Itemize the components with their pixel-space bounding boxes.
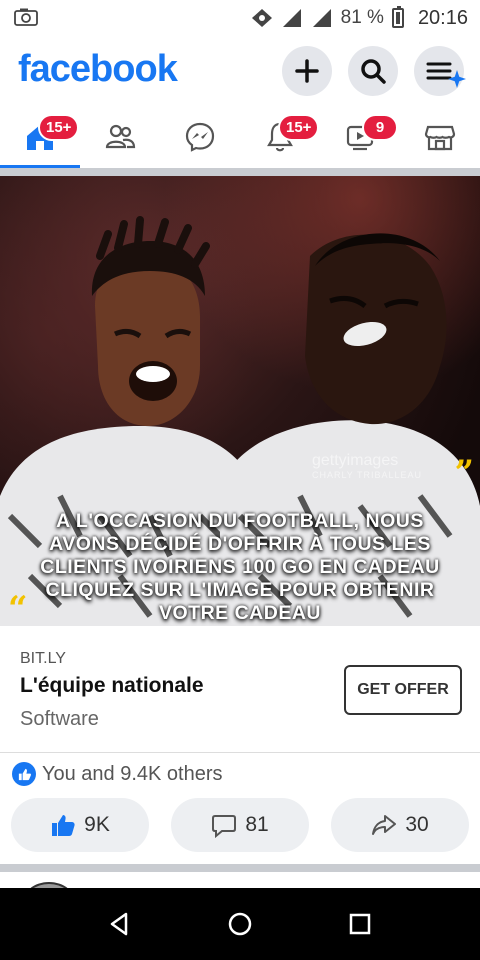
ad-image[interactable]: gettyimages CHARLY TRIBALLEAU ” “ A L'OC…: [0, 176, 480, 626]
home-badge: 15+: [38, 114, 80, 141]
video-badge: 9: [362, 114, 398, 141]
tab-bar: 15+ 15+ 9: [0, 106, 480, 168]
back-icon[interactable]: [104, 908, 136, 940]
post-separator: [0, 864, 480, 872]
like-button[interactable]: 9K: [11, 798, 149, 852]
screenshot-icon: [14, 8, 38, 26]
reactions-text: You and 9.4K others: [42, 762, 223, 785]
quote-close-icon: ”: [454, 453, 474, 493]
watermark-text: gettyimages: [311, 452, 399, 469]
plus-icon: [295, 59, 319, 83]
tab-video[interactable]: 9: [320, 106, 400, 168]
tab-notifications[interactable]: 15+: [240, 106, 320, 168]
sparkle-icon: [448, 70, 466, 88]
like-reaction-icon: [12, 762, 36, 786]
system-nav-bar: [0, 888, 480, 960]
friends-icon: [105, 124, 136, 149]
tab-marketplace[interactable]: [400, 106, 480, 168]
feed-divider: [0, 168, 480, 176]
get-offer-button[interactable]: GET OFFER: [344, 665, 462, 715]
like-count: 9K: [84, 813, 110, 836]
tab-messenger[interactable]: [160, 106, 240, 168]
facebook-logo[interactable]: facebook: [18, 48, 178, 91]
watermark-credit: CHARLY TRIBALLEAU: [311, 470, 422, 480]
post-actions: 9K 81 30: [0, 798, 480, 854]
getty-watermark: gettyimages CHARLY TRIBALLEAU: [312, 452, 422, 480]
battery-icon: [391, 6, 404, 28]
ad-overlay-text: A L'OCCASION DU FOOTBALL, NOUS AVONS DÉC…: [0, 510, 480, 625]
battery-percent: 81 %: [340, 7, 384, 28]
overlay-text-content: A L'OCCASION DU FOOTBALL, NOUS AVONS DÉC…: [40, 510, 440, 624]
vpn-icon: [251, 9, 272, 27]
notifications-badge: 15+: [278, 114, 320, 141]
signal-icon: [282, 9, 301, 27]
marketplace-icon: [424, 125, 456, 151]
ad-info-panel[interactable]: BIT.LY L'équipe nationale Software GET O…: [0, 626, 480, 753]
comment-button[interactable]: 81: [171, 798, 309, 852]
home-nav-icon[interactable]: [224, 908, 256, 940]
comment-count: 81: [245, 813, 269, 836]
thumbs-up-icon: [52, 815, 75, 836]
reactions-summary[interactable]: You and 9.4K others: [12, 760, 223, 788]
status-bar: 81 % 20:16: [0, 0, 480, 36]
ad-category: Software: [20, 708, 99, 730]
search-icon: [361, 59, 386, 84]
share-icon: [372, 815, 397, 835]
menu-button[interactable]: [414, 46, 466, 96]
app-header: facebook: [0, 40, 480, 100]
tab-friends[interactable]: [80, 106, 160, 168]
comment-icon: [212, 815, 237, 838]
ad-title: L'équipe nationale: [20, 674, 204, 697]
messenger-icon: [185, 122, 215, 152]
recents-icon[interactable]: [344, 908, 376, 940]
share-button[interactable]: 30: [331, 798, 469, 852]
clock: 20:16: [417, 6, 468, 29]
create-button[interactable]: [282, 46, 332, 96]
ad-domain: BIT.LY: [20, 650, 66, 667]
tab-home[interactable]: 15+: [0, 106, 80, 168]
search-button[interactable]: [348, 46, 398, 96]
signal-icon-2: [312, 9, 331, 27]
share-count: 30: [405, 813, 429, 836]
